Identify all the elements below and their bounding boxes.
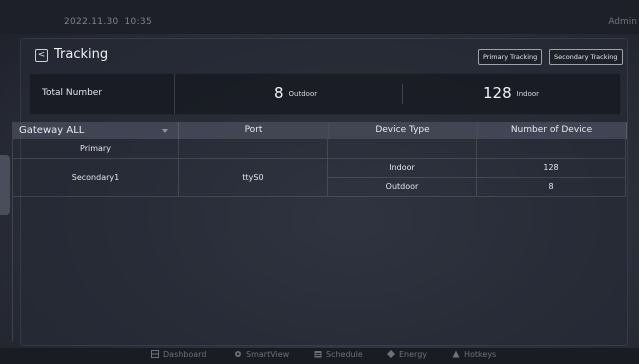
smartview-icon: [235, 351, 241, 357]
summary-divider: [174, 74, 175, 114]
page-title: Tracking: [54, 47, 109, 62]
time-text: 10:35: [124, 17, 152, 27]
port-cell-empty: [179, 139, 328, 159]
column-header-port: Port: [179, 122, 329, 139]
nav-hotkeys[interactable]: Hotkeys: [452, 350, 496, 359]
column-header-number-of-device: Number of Device: [477, 122, 627, 139]
port-cell: ttyS0: [179, 159, 328, 197]
schedule-icon: [314, 351, 322, 358]
total-summary: Total Number 8 Outdoor 128 Indoor: [29, 73, 621, 115]
tab-primary-tracking[interactable]: Primary Tracking: [478, 49, 543, 65]
outdoor-total-unit: Outdoor: [288, 90, 318, 98]
nav-smartview-label: SmartView: [246, 350, 290, 359]
nav-dashboard[interactable]: Dashboard: [151, 350, 206, 359]
user-label[interactable]: Admin: [608, 17, 637, 27]
nav-schedule[interactable]: Schedule: [314, 350, 363, 359]
outdoor-total-value: 8: [274, 84, 284, 102]
device-type-cell-indoor: Indoor: [328, 159, 477, 178]
device-count-cell-empty: [477, 139, 626, 159]
device-count-cell-indoor: 128: [477, 159, 626, 178]
gateway-filter-label: Gateway ALL: [19, 125, 85, 136]
gateway-cell-primary[interactable]: Primary: [13, 139, 179, 159]
hotkeys-icon: [452, 350, 460, 358]
date-text: 2022.11.30: [64, 17, 119, 27]
side-drawer-handle[interactable]: [0, 155, 10, 215]
gateway-filter-select[interactable]: Gateway ALL: [13, 122, 179, 139]
device-count-cell-outdoor: 8: [477, 178, 626, 197]
back-button[interactable]: <: [35, 49, 48, 62]
tab-secondary-tracking[interactable]: Secondary Tracking: [549, 49, 623, 65]
dashboard-icon: [151, 350, 159, 358]
chevron-down-icon: [162, 129, 168, 133]
column-header-device-type: Device Type: [328, 122, 478, 139]
nav-dashboard-label: Dashboard: [163, 350, 207, 359]
nav-schedule-label: Schedule: [326, 350, 363, 359]
summary-divider: [402, 84, 403, 104]
indoor-total-value: 128: [483, 84, 512, 102]
status-bar: 2022.11.30 10:35 Admin: [0, 0, 639, 34]
nav-energy-label: Energy: [399, 350, 428, 359]
datetime: 2022.11.30 10:35: [64, 17, 152, 27]
total-number-label: Total Number: [42, 88, 103, 98]
outdoor-total: 8 Outdoor: [274, 83, 317, 102]
nav-hotkeys-label: Hotkeys: [464, 350, 497, 359]
bottom-nav: Dashboard SmartView Schedule Energy Hotk…: [0, 348, 639, 364]
energy-icon: [387, 350, 395, 358]
indoor-total-unit: Indoor: [516, 90, 540, 98]
indoor-total: 128 Indoor: [483, 83, 539, 102]
nav-smartview[interactable]: SmartView: [234, 350, 289, 359]
gateway-cell-secondary[interactable]: Secondary1: [13, 159, 179, 197]
nav-energy[interactable]: Energy: [387, 350, 427, 359]
device-type-cell-empty: [328, 139, 477, 159]
device-type-cell-outdoor: Outdoor: [328, 178, 477, 197]
device-table: Gateway ALL Port Device Type Number of D…: [12, 122, 627, 342]
